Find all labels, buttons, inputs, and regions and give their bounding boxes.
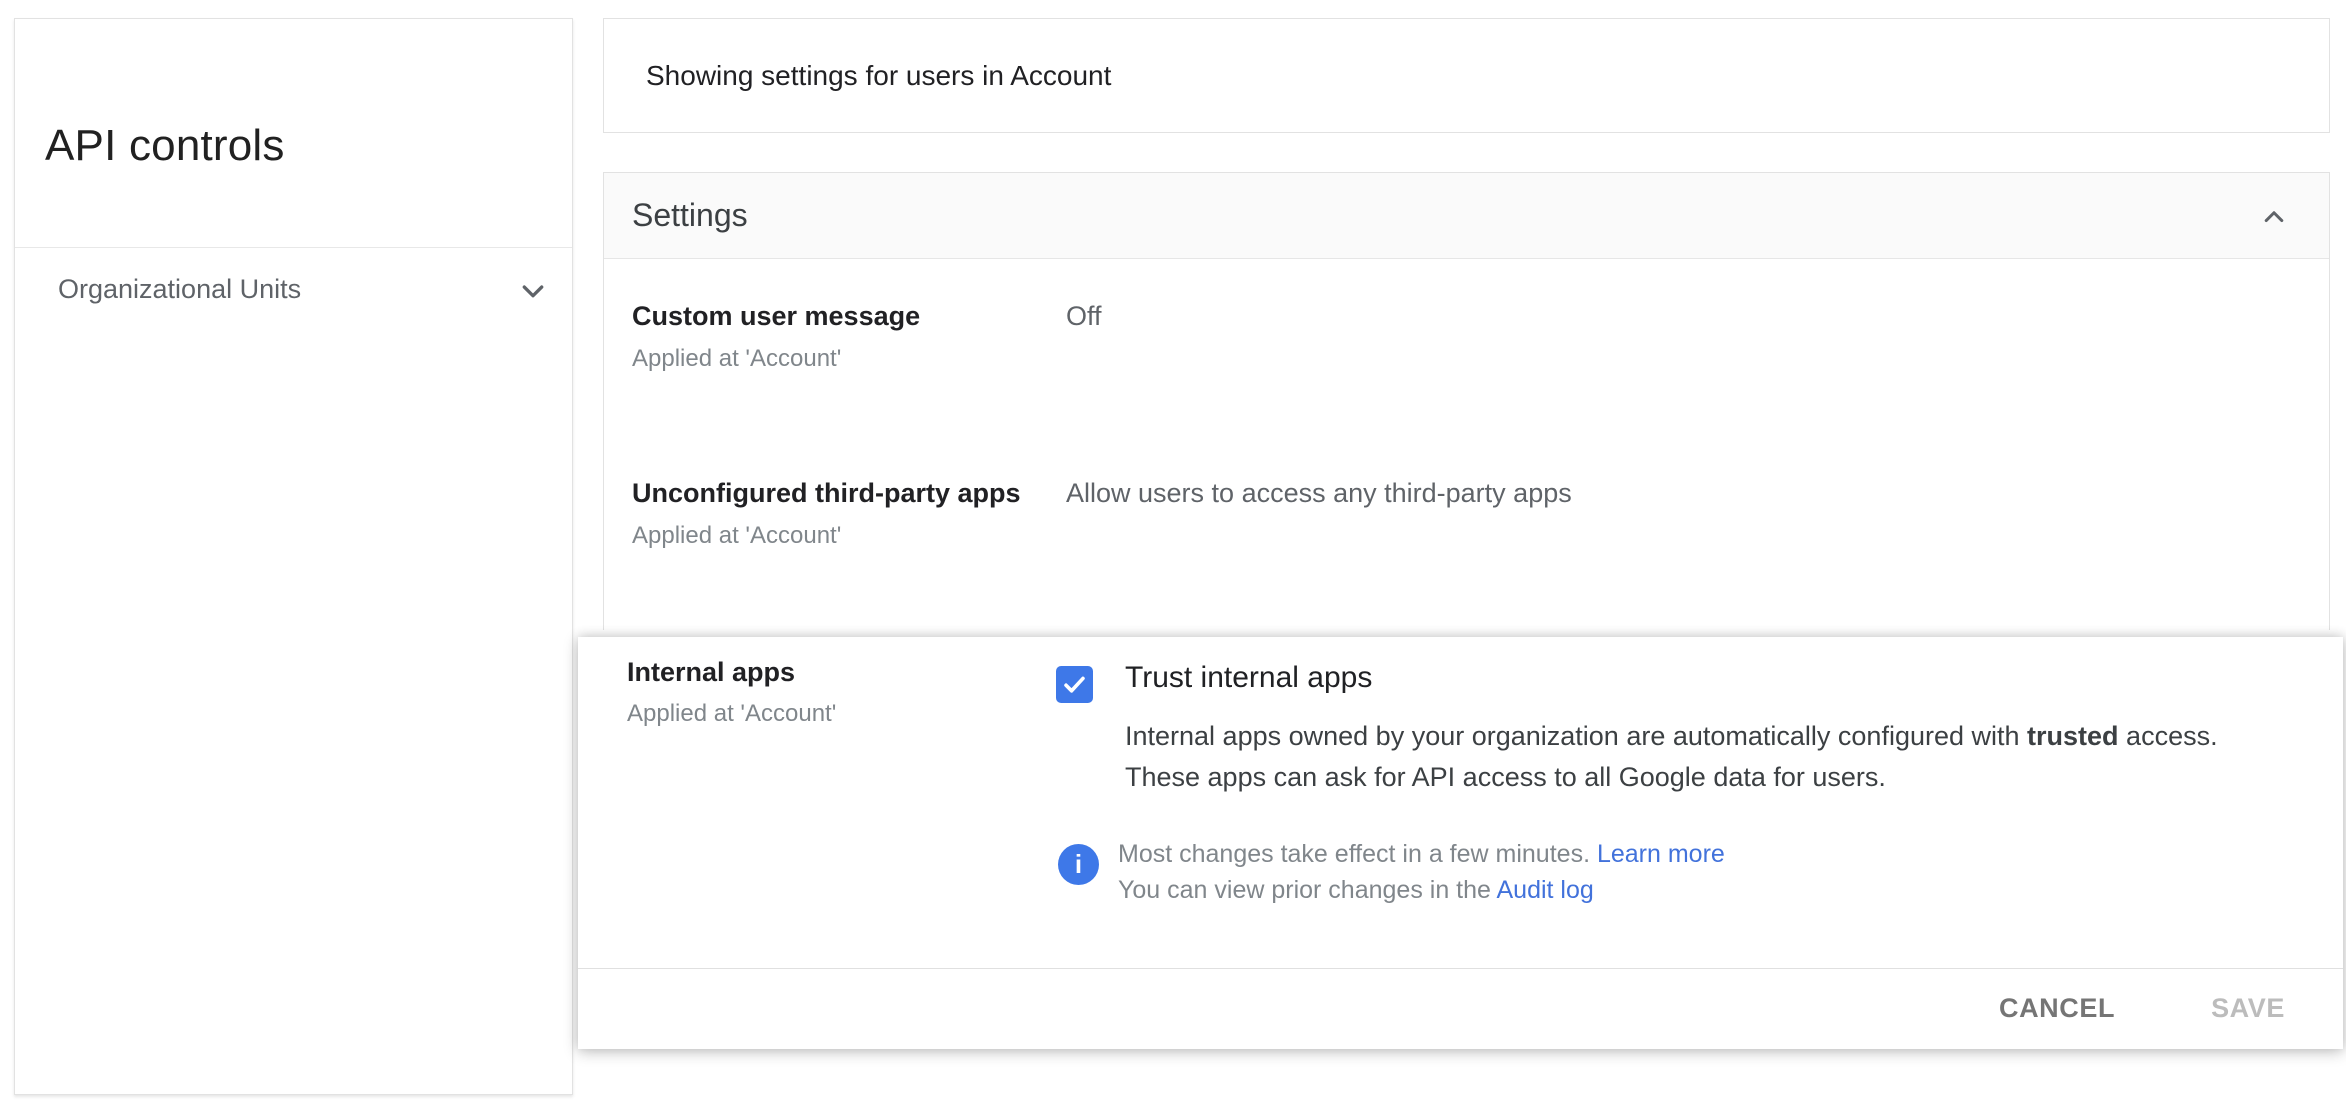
chevron-down-icon[interactable] — [514, 272, 552, 310]
setting-applied-at: Applied at 'Account' — [632, 522, 842, 549]
cancel-button[interactable]: CANCEL — [1995, 985, 2119, 1032]
setting-label: Internal apps — [627, 657, 796, 687]
save-button[interactable]: SAVE — [2207, 985, 2289, 1032]
org-units-selector[interactable]: Organizational Units — [15, 248, 572, 334]
trust-internal-apps-label: Trust internal apps — [1125, 661, 1373, 694]
settings-card-title: Settings — [632, 197, 748, 233]
audit-log-link[interactable]: Audit log — [1497, 876, 1594, 904]
checkmark-icon — [1064, 676, 1085, 693]
settings-card-header[interactable]: Settings — [604, 173, 2329, 259]
org-units-label: Organizational Units — [58, 274, 302, 304]
panel-actions: CANCEL SAVE — [1995, 968, 2289, 1049]
page-title: API controls — [45, 121, 285, 170]
info-icon: i — [1058, 844, 1099, 885]
trust-internal-apps-description: Internal apps owned by your organization… — [1125, 716, 2218, 798]
setting-applied-at: Applied at 'Account' — [632, 345, 842, 372]
change-notice: Most changes take effect in a few minute… — [1118, 836, 1725, 908]
setting-value: Allow users to access any third-party ap… — [1066, 478, 1572, 508]
description-line2: These apps can ask for API access to all… — [1125, 762, 1886, 792]
scope-text: Showing settings for users in Account — [646, 59, 1112, 91]
trust-internal-apps-checkbox[interactable] — [1056, 666, 1093, 703]
settings-card: Settings Custom user message Off Applied… — [603, 172, 2330, 630]
setting-value: Off — [1066, 301, 1102, 331]
description-suffix: access. — [2118, 721, 2218, 751]
sidebar-card: API controls Organizational Units — [14, 18, 573, 1095]
description-prefix: Internal apps owned by your organization… — [1125, 721, 2028, 751]
chevron-up-icon[interactable] — [2257, 200, 2291, 234]
notice-line2-text: You can view prior changes in the — [1118, 876, 1497, 904]
setting-label: Unconfigured third-party apps — [632, 478, 1021, 508]
setting-applied-at: Applied at 'Account' — [627, 700, 837, 727]
description-bold-word: trusted — [2027, 721, 2119, 751]
learn-more-link[interactable]: Learn more — [1597, 840, 1725, 868]
scope-bar: Showing settings for users in Account — [603, 18, 2330, 133]
internal-apps-panel: Internal apps Applied at 'Account' Trust… — [578, 637, 2343, 1049]
page: API controls Organizational Units Showin… — [0, 0, 2346, 1110]
setting-label: Custom user message — [632, 301, 921, 331]
notice-line1-text: Most changes take effect in a few minute… — [1118, 840, 1597, 868]
